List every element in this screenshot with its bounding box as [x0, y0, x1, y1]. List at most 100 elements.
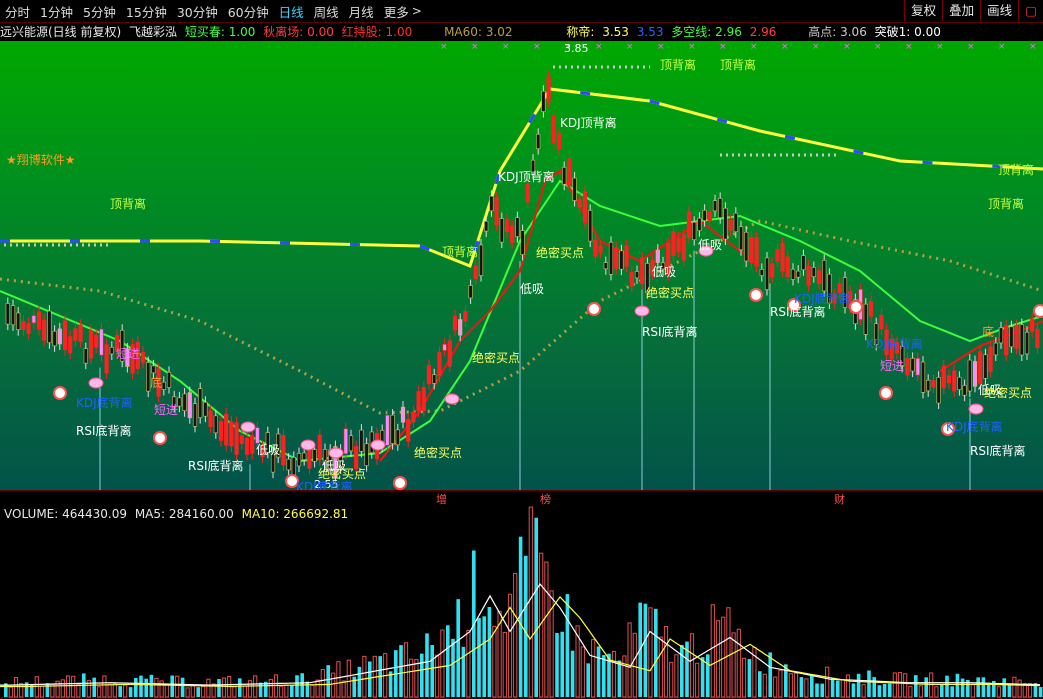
- period-tab-monthly[interactable]: 月线: [344, 2, 379, 21]
- top-tick-mark: ×: [626, 42, 634, 52]
- candle-body: [738, 226, 744, 251]
- candle-body: [582, 191, 588, 224]
- annotation-rsi-bottom-divergence: RSI底背离: [76, 424, 132, 438]
- period-tab-15min[interactable]: 15分钟: [121, 2, 172, 21]
- volume-bar: [326, 665, 330, 697]
- volume-bar: [851, 683, 856, 697]
- candle-body: [941, 365, 946, 389]
- short-buy-value: 短买春: 1.00: [184, 25, 256, 39]
- volume-bar: [586, 663, 590, 697]
- volume-bar: [268, 678, 273, 698]
- candle-body: [588, 210, 593, 242]
- volume-bar: [700, 657, 705, 697]
- period-tab-more[interactable]: 更多: [379, 2, 414, 21]
- period-tab-5min[interactable]: 5分钟: [78, 2, 121, 21]
- candle-body: [764, 257, 770, 290]
- candle-body: [478, 244, 484, 276]
- candle-body: [83, 348, 88, 364]
- indicator-name[interactable]: 飞越彩泓: [129, 25, 177, 39]
- chevron-right-icon[interactable]: >: [412, 4, 422, 18]
- top-tick-mark: ×: [688, 42, 696, 52]
- candle-body: [806, 265, 811, 286]
- candle-body: [109, 347, 114, 355]
- period-tab-timeshare[interactable]: 分时: [0, 2, 35, 21]
- candle-body: [359, 429, 364, 452]
- adjust-price-button[interactable]: 复权: [904, 0, 942, 21]
- volume-bar: [336, 661, 341, 698]
- volume-bar: [793, 672, 799, 698]
- candle-body: [281, 435, 286, 466]
- volume-bar: [799, 677, 804, 697]
- period-tab-60min[interactable]: 60分钟: [223, 2, 274, 21]
- candle-body: [1035, 328, 1040, 349]
- candle-body: [390, 414, 395, 444]
- indicator-info-bar: 远兴能源(日线 前复权) 飞越彩泓 短买春: 1.00 秋离场: 0.00 红持…: [0, 23, 1043, 41]
- volume-bar: [399, 645, 403, 697]
- candle-body: [780, 242, 785, 272]
- candle-body: [1019, 324, 1024, 356]
- candle-body: [723, 207, 728, 240]
- buy-signal-marker: [1033, 304, 1043, 318]
- candle-body: [1024, 331, 1030, 355]
- main-kline-chart[interactable]: × × × × × × × × × × × × × × × × × × × × ★翔博软件★ 3.85 2.55 顶背…: [0, 41, 1043, 494]
- volume-pane[interactable]: VOLUME: 464430.09 MA5: 284160.00 MA10: 2…: [0, 505, 1043, 699]
- volume-bar: [914, 675, 918, 697]
- annotation-kdj-bottom-divergence: KDJ底背离: [794, 292, 851, 306]
- candle-body: [952, 370, 957, 392]
- candle-body: [442, 344, 447, 351]
- draw-line-button[interactable]: 画线: [980, 0, 1018, 21]
- candle-body: [406, 419, 411, 442]
- candle-body: [432, 374, 437, 384]
- volume-bar: [238, 678, 242, 697]
- candle-body: [910, 358, 915, 372]
- watermark-label: ★翔博软件★: [6, 153, 76, 167]
- volume-bar: [217, 679, 221, 697]
- candle-body: [868, 301, 874, 317]
- candle-body: [608, 242, 614, 275]
- volume-bar: [715, 620, 721, 698]
- volume-bar: [201, 685, 206, 698]
- volume-bar: [924, 677, 928, 697]
- candle-body: [208, 410, 213, 427]
- candle-body: [499, 218, 504, 243]
- candle-body: [239, 435, 244, 444]
- window-close-icon[interactable]: ▢: [1018, 0, 1043, 21]
- annotation-top-divergence: 顶背离: [998, 163, 1035, 177]
- annotation-bottom: 底: [982, 325, 995, 339]
- volume-bar: [903, 673, 908, 698]
- volume-bar: [960, 678, 965, 697]
- period-tab-weekly[interactable]: 周线: [309, 2, 344, 21]
- volume-bar: [65, 675, 71, 698]
- annotation-top-divergence: 顶背离: [720, 58, 757, 72]
- period-tab-30min[interactable]: 30分钟: [172, 2, 223, 21]
- candle-body: [640, 257, 645, 284]
- candle-body: [822, 260, 827, 292]
- period-tab-daily[interactable]: 日线: [274, 2, 309, 21]
- volume-bar: [680, 644, 684, 697]
- peak-price-label: 3.85: [564, 42, 589, 55]
- candle-body: [619, 250, 624, 270]
- volume-bar: [940, 684, 944, 697]
- volume-bar: [544, 561, 549, 698]
- volume-bar: [804, 678, 809, 698]
- annotation-kdj-bottom-divergence: KDJ底背离: [76, 396, 133, 410]
- candle-body: [224, 413, 229, 446]
- volume-bar: [861, 684, 866, 698]
- volume-bar: [1007, 684, 1012, 697]
- annotation-top-divergence: 顶背离: [988, 197, 1025, 211]
- volume-bar: [908, 685, 913, 698]
- candle-body: [629, 272, 634, 287]
- volume-bar: [565, 594, 570, 697]
- volume-bar: [867, 670, 871, 697]
- buy-signal-marker: [879, 386, 893, 400]
- volume-bar: [185, 687, 190, 698]
- volume-bar: [502, 631, 507, 698]
- candle-body: [1014, 325, 1019, 349]
- volume-bar: [284, 684, 289, 698]
- volume-bar: [1012, 676, 1017, 698]
- top-tick-mark: ×: [781, 42, 789, 52]
- candle-body: [567, 158, 572, 186]
- period-tab-1min[interactable]: 1分钟: [35, 2, 78, 21]
- overlay-button[interactable]: 叠加: [942, 0, 980, 21]
- volume-bar: [892, 672, 897, 698]
